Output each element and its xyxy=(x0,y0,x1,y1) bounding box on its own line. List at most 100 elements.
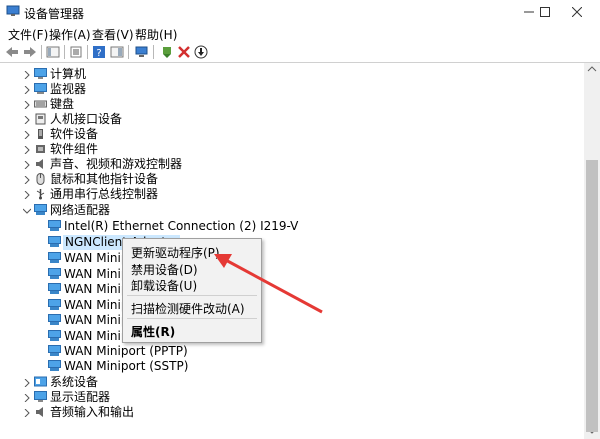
menu-help[interactable]: 帮助(H) xyxy=(135,26,177,43)
chevron-right-icon[interactable] xyxy=(22,142,32,157)
tree-item-software-device[interactable]: 软件设备 xyxy=(0,127,580,142)
toolbar-separator xyxy=(41,45,42,59)
uninstall-icon xyxy=(178,45,190,58)
properties-button[interactable] xyxy=(68,44,84,59)
tree-item-monitor[interactable]: 监视器 xyxy=(0,82,580,97)
help-icon: ? xyxy=(93,45,105,58)
tree-item-sound[interactable]: 声音、视频和游戏控制器 xyxy=(0,157,580,172)
chevron-right-icon[interactable] xyxy=(22,67,32,82)
help-button[interactable]: ? xyxy=(91,44,107,59)
tree-item-adapter[interactable]: WAN Miniport (Network Monitor) xyxy=(0,313,580,328)
tree-item-adapter[interactable]: WAN Miniport (SSTP) xyxy=(0,359,580,374)
tree-item-adapter[interactable]: WAN Miniport (PPPOE) xyxy=(0,329,580,344)
chevron-right-icon[interactable] xyxy=(22,127,32,142)
menu-separator xyxy=(127,295,257,296)
show-hide-tree-button[interactable] xyxy=(45,44,61,59)
tree-item-system-devices[interactable]: 系统设备 xyxy=(0,375,580,390)
hid-icon xyxy=(35,113,46,125)
update-driver-icon xyxy=(163,46,171,58)
tree-item-usb[interactable]: 通用串行总线控制器 xyxy=(0,187,580,202)
menu-view[interactable]: 查看(V) xyxy=(92,26,134,43)
tree-item-label: 鼠标和其他指针设备 xyxy=(50,172,159,186)
mouse-icon xyxy=(36,173,45,185)
network-adapter-icon xyxy=(48,283,61,294)
tree-item-keyboard[interactable]: 键盘 xyxy=(0,97,580,112)
network-adapter-icon xyxy=(48,236,61,247)
tree-item-label: 系统设备 xyxy=(50,375,99,389)
menu-item-uninstall-device[interactable]: 卸载设备(U) xyxy=(131,277,197,294)
context-menu: 更新驱动程序(P) 禁用设备(D) 卸载设备(U) 扫描检测硬件改动(A) 属性… xyxy=(122,238,262,343)
update-driver-button[interactable] xyxy=(159,44,175,59)
device-manager-icon xyxy=(6,5,20,16)
tree-item-adapter[interactable]: WAN Miniport (PPTP) xyxy=(0,344,580,359)
tree-item-label: 人机接口设备 xyxy=(50,112,123,126)
tree-item-label: 键盘 xyxy=(50,97,75,111)
device-tree: 计算机 监视器 键盘 人机接口设备 软件设备 软件组件 声音、视频和游戏控制器 … xyxy=(0,63,584,439)
tree-item-adapter[interactable]: WAN Miniport (IP) xyxy=(0,267,580,282)
tree-item-adapter[interactable]: Intel(R) Ethernet Connection (2) I219-V xyxy=(0,219,580,234)
action-pane-button[interactable] xyxy=(109,44,125,59)
tree-item-mouse[interactable]: 鼠标和其他指针设备 xyxy=(0,172,580,187)
tree-item-network-adapters[interactable]: 网络适配器 xyxy=(0,203,580,218)
tree-item-label: 软件组件 xyxy=(50,142,99,156)
chevron-down-icon[interactable] xyxy=(22,203,32,218)
tree-item-adapter[interactable]: WAN Miniport (L2TP) xyxy=(0,298,580,313)
title-bar: 设备管理器 xyxy=(0,0,600,24)
tree-item-display-adapters[interactable]: 显示适配器 xyxy=(0,390,580,405)
chevron-right-icon[interactable] xyxy=(22,375,32,390)
close-button[interactable] xyxy=(554,0,600,24)
toolbar-separator xyxy=(128,45,129,59)
software-component-icon xyxy=(36,145,45,153)
action-pane-icon xyxy=(110,46,124,57)
tree-item-label: 计算机 xyxy=(50,67,87,81)
menu-action[interactable]: 操作(A) xyxy=(49,26,91,43)
network-adapter-icon xyxy=(34,204,47,215)
back-button[interactable] xyxy=(4,44,20,59)
tree-item-adapter[interactable]: WAN Miniport (IKEv2) xyxy=(0,251,580,266)
scroll-up-icon[interactable] xyxy=(584,63,600,75)
computer-icon xyxy=(34,68,47,79)
tree-item-audio-io[interactable]: 音频输入和输出 xyxy=(0,405,580,420)
network-adapter-icon xyxy=(48,220,61,231)
console-tree-icon xyxy=(46,46,60,57)
chevron-right-icon[interactable] xyxy=(22,172,32,187)
tree-item-adapter[interactable]: NGNClient Adapter xyxy=(0,235,580,250)
window-title: 设备管理器 xyxy=(24,7,85,21)
maximize-icon xyxy=(540,7,550,17)
tree-item-hid[interactable]: 人机接口设备 xyxy=(0,112,580,127)
forward-button[interactable] xyxy=(22,44,38,59)
chevron-right-icon[interactable] xyxy=(22,97,32,112)
network-adapter-icon xyxy=(48,299,61,310)
scrollbar-thumb[interactable] xyxy=(586,160,598,432)
chevron-right-icon[interactable] xyxy=(22,157,32,172)
close-icon xyxy=(572,7,582,17)
network-adapter-icon xyxy=(48,252,61,263)
tree-item-computer[interactable]: 计算机 xyxy=(0,67,580,82)
chevron-right-icon[interactable] xyxy=(22,390,32,405)
menu-item-properties[interactable]: 属性(R) xyxy=(131,323,175,340)
menu-file[interactable]: 文件(F) xyxy=(8,26,48,43)
chevron-right-icon[interactable] xyxy=(22,405,32,420)
menu-item-update-driver[interactable]: 更新驱动程序(P) xyxy=(131,244,220,261)
back-arrow-icon xyxy=(6,46,18,57)
scan-hardware-icon xyxy=(135,46,148,57)
tree-item-adapter[interactable]: WAN Miniport (IPv6) xyxy=(0,282,580,297)
scan-hardware-button[interactable] xyxy=(134,44,150,59)
uninstall-button[interactable] xyxy=(176,44,192,59)
disable-button[interactable] xyxy=(193,44,209,59)
chevron-right-icon[interactable] xyxy=(22,82,32,97)
chevron-right-icon[interactable] xyxy=(22,112,32,127)
chevron-right-icon[interactable] xyxy=(22,187,32,202)
menu-item-disable-device[interactable]: 禁用设备(D) xyxy=(131,261,198,278)
tree-item-label: 软件设备 xyxy=(50,127,99,141)
svg-text:?: ? xyxy=(96,48,101,58)
menu-separator xyxy=(127,318,257,319)
usb-icon xyxy=(36,189,45,200)
tree-item-label: 显示适配器 xyxy=(50,390,111,404)
toolbar-separator xyxy=(153,45,154,59)
network-adapter-icon xyxy=(48,330,61,341)
system-device-icon xyxy=(34,376,47,387)
toolbar: ? xyxy=(0,42,600,63)
menu-item-scan-hardware[interactable]: 扫描检测硬件改动(A) xyxy=(131,300,245,317)
tree-item-software-component[interactable]: 软件组件 xyxy=(0,142,580,157)
